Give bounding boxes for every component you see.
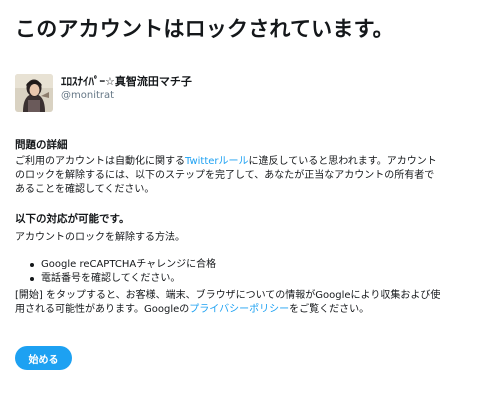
avatar xyxy=(15,74,53,112)
details-text-end: に違反していると思われます。アカウント xyxy=(248,156,437,167)
privacy-policy-link[interactable]: プライバシーポリシー xyxy=(189,304,289,315)
details-text-line-3: あることを確認してください。 xyxy=(15,184,155,195)
start-button[interactable]: 始める xyxy=(15,346,72,370)
actions-heading: 以下の対応が可能です。 xyxy=(15,213,130,225)
unlock-steps-list: Google reCAPTCHAチャレンジに合格 電話番号を確認してください。 xyxy=(15,258,216,286)
details-text: ご利用のアカウントは自動化に関するTwitterルールに違反していると思われます… xyxy=(15,155,481,197)
user-info: ｴﾛｽﾅｲﾊﾟｰ☆真智流田マチ子 @monitrat xyxy=(15,74,192,112)
list-item: Google reCAPTCHAチャレンジに合格 xyxy=(29,259,217,270)
details-text-start: ご利用のアカウントは自動化に関する xyxy=(15,156,185,167)
page-title: このアカウントはロックされています。 xyxy=(15,17,394,41)
actions-intro: アカウントのロックを解除する方法。 xyxy=(15,232,185,243)
privacy-notice-text-end: をご覧ください。 xyxy=(289,304,370,315)
privacy-notice-text: 用される可能性があります。Googleの xyxy=(15,304,190,315)
details-heading: 問題の詳細 xyxy=(15,139,68,151)
user-display-name: ｴﾛｽﾅｲﾊﾟｰ☆真智流田マチ子 xyxy=(61,75,192,88)
twitter-rules-link[interactable]: Twitterルール xyxy=(185,156,249,167)
user-handle: @monitrat xyxy=(61,90,115,101)
privacy-notice-line-1: [開始] をタップすると、お客様、端末、ブラウザについての情報がGoogleによ… xyxy=(15,290,441,301)
privacy-notice: [開始] をタップすると、お客様、端末、ブラウザについての情報がGoogleによ… xyxy=(15,289,481,317)
list-item: 電話番号を確認してください。 xyxy=(29,272,216,286)
details-text-line-2: のロックを解除するには、以下のステップを完了して、あなたが正当なアカウントの所有… xyxy=(15,170,435,181)
